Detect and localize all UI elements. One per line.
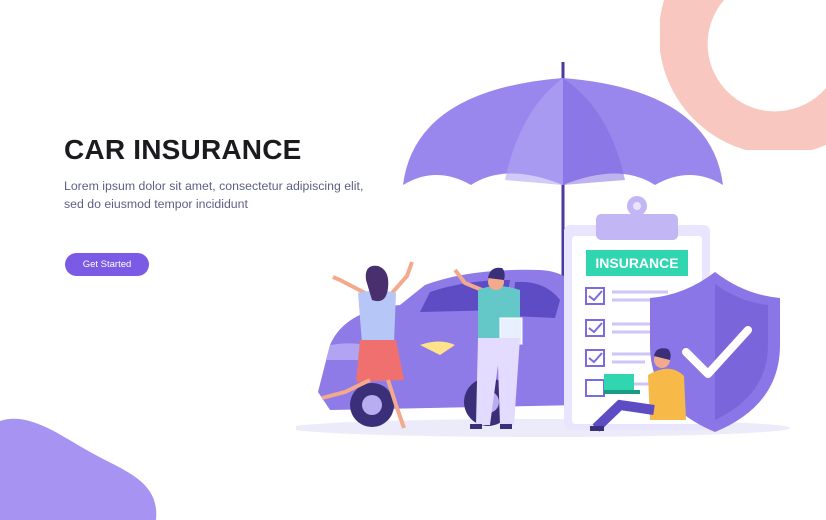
clipboard-insurance-label: INSURANCE [595, 255, 678, 271]
car-insurance-illustration: INSURANCE [296, 62, 790, 437]
hero-title: CAR INSURANCE [64, 134, 302, 165]
get-started-button[interactable]: Get Started [65, 253, 149, 276]
car-icon [318, 269, 580, 427]
decorative-blob [0, 418, 157, 520]
